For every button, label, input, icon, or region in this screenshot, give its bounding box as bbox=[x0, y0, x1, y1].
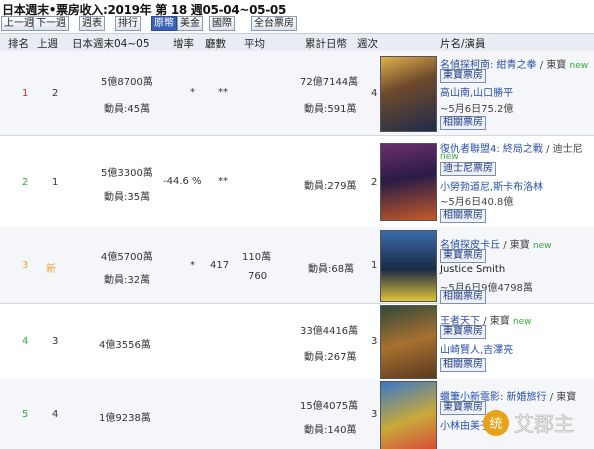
total-gross: 15億4075萬 bbox=[300, 401, 359, 412]
watermark-text: 艾郡主 bbox=[514, 412, 574, 436]
film-poster[interactable] bbox=[380, 305, 437, 379]
screen-count: ** bbox=[218, 176, 228, 187]
watermark-logo: 统 艾郡主 bbox=[483, 410, 574, 436]
header-screens: 廳數 bbox=[205, 38, 226, 50]
last-week-rank: 1 bbox=[52, 177, 59, 188]
weekend-gross: 1億9238萬 bbox=[99, 413, 151, 424]
date-gross: ~5月6日40.8億 bbox=[440, 197, 514, 208]
date-gross: ~5月6日75.2億 bbox=[440, 104, 514, 115]
rank-number: 2 bbox=[22, 177, 29, 188]
original-currency-button[interactable]: 原幣 bbox=[151, 16, 177, 31]
table-row: 4 3 4億3556萬 33億4416萬 動員:267萬 3 王者天下 / 東寶… bbox=[0, 303, 594, 380]
header-last-week: 上週 bbox=[37, 38, 58, 50]
week-table-button[interactable]: 週表 bbox=[79, 16, 105, 31]
table-header: 排名 上週 日本週末04~05 增率 廳數 平均 累計日幣 週次 片名/演員 bbox=[0, 33, 594, 52]
cast-link[interactable]: Justice Smith bbox=[440, 264, 505, 275]
header-weeks: 週次 bbox=[357, 38, 378, 50]
ranking-button[interactable]: 排行 bbox=[115, 16, 141, 31]
film-poster[interactable] bbox=[380, 143, 437, 221]
total-admissions: 動員:140萬 bbox=[304, 425, 357, 436]
rank-number: 3 bbox=[22, 260, 29, 271]
rank-number: 5 bbox=[22, 409, 29, 420]
header-growth: 增率 bbox=[173, 38, 194, 50]
related-boxoffice-link[interactable]: 相關票房 bbox=[440, 358, 486, 372]
table-row: 1 2 5億8700萬 動員:45萬 * ** 72億7144萬 動員:591萬… bbox=[0, 51, 594, 136]
related-boxoffice-link[interactable]: 相關票房 bbox=[440, 290, 486, 304]
distributor-boxoffice-link[interactable]: 東寶票房 bbox=[440, 69, 486, 83]
screen-count: 417 bbox=[210, 260, 230, 271]
rank-number: 4 bbox=[22, 336, 29, 347]
weekend-admissions: 動員:45萬 bbox=[104, 104, 151, 115]
weekend-admissions: 動員:35萬 bbox=[104, 192, 151, 203]
average-admissions: 760 bbox=[248, 271, 268, 282]
header-average: 平均 bbox=[244, 38, 265, 50]
weekend-gross: 4億5700萬 bbox=[101, 252, 153, 263]
weeks-count: 1 bbox=[371, 260, 378, 271]
cast-link[interactable]: 高山南,山口勝平 bbox=[440, 84, 513, 99]
next-week-button[interactable]: 下一週 bbox=[33, 16, 69, 31]
last-week-rank: 2 bbox=[52, 88, 59, 99]
cast-link[interactable]: 小勞勃道尼,斯卡布洛林 bbox=[440, 178, 543, 193]
taiwan-boxoffice-button[interactable]: 全台票房 bbox=[251, 16, 297, 31]
weeks-count: 3 bbox=[371, 409, 378, 420]
table-row: 3 新 4億5700萬 動員:32萬 * 417 110萬 760 動員:68萬… bbox=[0, 227, 594, 304]
weeks-count: 4 bbox=[371, 88, 378, 99]
new-badge: new bbox=[440, 152, 459, 162]
header-film: 片名/演員 bbox=[440, 38, 486, 50]
usd-button[interactable]: 美金 bbox=[177, 16, 203, 31]
total-admissions: 動員:591萬 bbox=[304, 104, 357, 115]
growth-rate: * bbox=[190, 87, 195, 98]
weeks-count: 2 bbox=[371, 177, 378, 188]
related-boxoffice-link[interactable]: 相關票房 bbox=[440, 116, 486, 130]
weekend-admissions: 動員:32萬 bbox=[104, 275, 151, 286]
film-poster[interactable] bbox=[380, 230, 437, 302]
distributor-boxoffice-link[interactable]: 東寶票房 bbox=[440, 249, 486, 263]
film-poster[interactable] bbox=[380, 381, 437, 449]
weekend-gross: 5億8700萬 bbox=[101, 77, 153, 88]
rank-number: 1 bbox=[22, 88, 29, 99]
film-poster[interactable] bbox=[380, 56, 437, 132]
header-rank: 排名 bbox=[8, 38, 29, 50]
cast-link[interactable]: 山崎賢人,吉澤亮 bbox=[440, 341, 513, 356]
header-weekend: 日本週末04~05 bbox=[72, 38, 150, 50]
related-boxoffice-link[interactable]: 相關票房 bbox=[440, 209, 486, 223]
weeks-count: 3 bbox=[371, 336, 378, 347]
film-title-link[interactable]: 復仇者聯盟4: 終局之戰 / 迪士尼 bbox=[440, 140, 583, 155]
last-week-rank: 3 bbox=[52, 336, 59, 347]
average-gross: 110萬 bbox=[242, 252, 272, 263]
total-gross: 33億4416萬 bbox=[300, 326, 359, 337]
distributor-boxoffice-link[interactable]: 迪士尼票房 bbox=[440, 162, 496, 176]
weekend-gross: 5億3300萬 bbox=[101, 168, 153, 179]
watermark-char: 统 bbox=[489, 417, 502, 432]
international-button[interactable]: 國際 bbox=[209, 16, 235, 31]
growth-rate: * bbox=[190, 260, 195, 271]
prev-week-button[interactable]: 上一週 bbox=[1, 16, 37, 31]
screen-count: ** bbox=[218, 87, 228, 98]
table-row: 2 1 5億3300萬 動員:35萬 -44.6 % ** 動員:279萬 2 … bbox=[0, 135, 594, 228]
total-gross: 72億7144萬 bbox=[300, 77, 359, 88]
total-admissions: 動員:68萬 bbox=[308, 264, 355, 275]
growth-rate: -44.6 % bbox=[163, 176, 202, 187]
total-admissions: 動員:279萬 bbox=[304, 181, 357, 192]
page: 日本週末•票房收入:2019年 第 18 週05-04~05-05 上一週 下一… bbox=[0, 0, 594, 449]
last-week-rank: 新 bbox=[46, 264, 56, 275]
weekend-gross: 4億3556萬 bbox=[99, 340, 151, 351]
last-week-rank: 4 bbox=[52, 409, 59, 420]
header-total: 累計日幣 bbox=[305, 38, 347, 50]
total-admissions: 動員:267萬 bbox=[304, 352, 357, 363]
distributor-boxoffice-link[interactable]: 東寶票房 bbox=[440, 325, 486, 339]
